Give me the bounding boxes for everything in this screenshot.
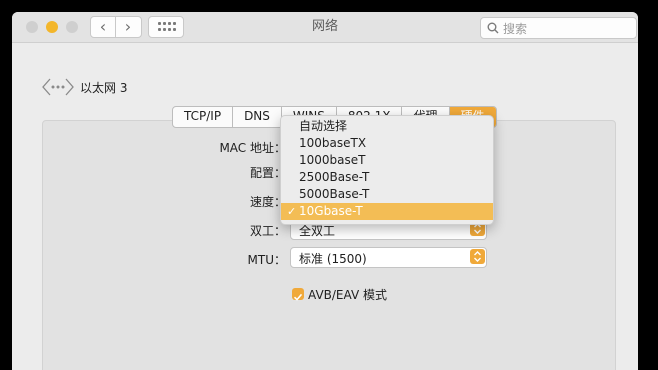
menu-item-100basetx[interactable]: 100baseTX [281,135,493,152]
checkmark-icon [293,293,303,301]
config-label: 配置： [249,166,286,180]
speed-dropdown-menu: 自动选择 100baseTX 1000baseT 2500Base-T 5000… [280,115,494,225]
duplex-label: 双工： [249,224,286,238]
select-arrows-icon [470,249,485,264]
tab-dns[interactable]: DNS [233,107,282,127]
title-bar: ‹ › 网络 搜索 [12,12,638,43]
menu-item-10gbase-t[interactable]: ✓ 10Gbase-T [281,203,493,220]
checkmark-icon: ✓ [287,205,297,218]
network-preferences-window: ‹ › 网络 搜索 以太网 3 TCP/IP DNS MAC 地址： 配置： 速… [12,12,638,370]
menu-item-1000baset[interactable]: 1000baseT [281,152,493,169]
menu-item-auto[interactable]: 自动选择 [281,118,493,135]
speed-label: 速度： [249,195,286,209]
search-icon [487,22,499,34]
mtu-select[interactable]: 标准 (1500) [290,247,487,268]
mtu-label: MTU： [247,253,286,267]
mtu-value: 标准 (1500) [299,252,367,266]
avb-checkbox[interactable] [292,288,304,301]
avb-label: AVB/EAV 模式 [308,288,387,302]
menu-item-2500base-t[interactable]: 2500Base-T [281,169,493,186]
tab-tcpip[interactable]: TCP/IP [173,107,234,127]
search-placeholder: 搜索 [503,22,528,36]
ethernet-icon [42,78,74,96]
mac-address-label: MAC 地址： [219,141,286,155]
search-field[interactable]: 搜索 [480,17,637,39]
menu-item-5000base-t[interactable]: 5000Base-T [281,186,493,203]
interface-name: 以太网 3 [80,81,128,95]
